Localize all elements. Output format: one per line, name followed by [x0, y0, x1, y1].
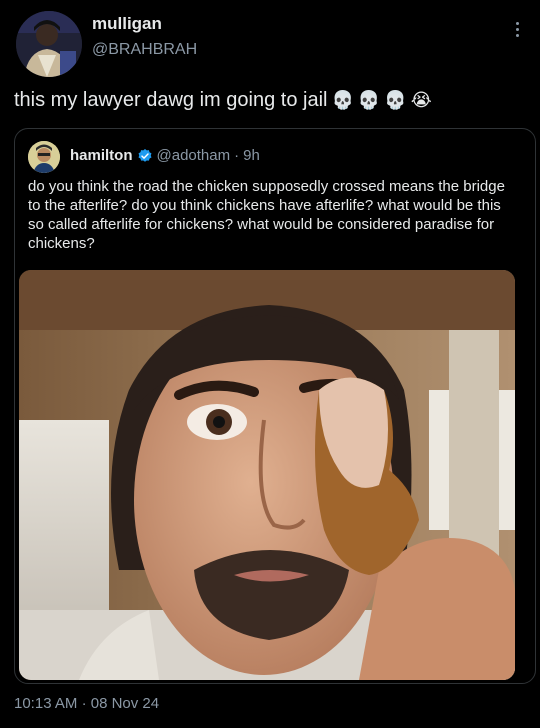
- quoted-tweet[interactable]: hamilton @adotham · 9h do you think the …: [14, 128, 536, 684]
- quoted-text: do you think the road the chicken suppos…: [28, 178, 505, 252]
- author-handle[interactable]: @BRAHBRAH: [92, 41, 197, 59]
- skull-emoji-icon: 💀: [331, 90, 354, 111]
- skull-emoji-icon: 💀: [357, 90, 381, 111]
- tweet-date: 08 Nov 24: [90, 695, 160, 712]
- profile-photo-icon: [28, 141, 60, 173]
- quoted-author-avatar[interactable]: [28, 141, 60, 173]
- more-options-icon[interactable]: [514, 22, 520, 37]
- meta-separator: ·: [234, 147, 240, 164]
- crying-face-emoji-icon: 😭: [410, 90, 432, 111]
- verified-badge-icon: [138, 148, 151, 162]
- profile-photo-icon: [16, 11, 82, 77]
- quoted-header: hamilton @adotham · 9h: [70, 147, 260, 164]
- tweet-time: 10:13 AM: [14, 695, 78, 712]
- tweet-timestamp[interactable]: 10:13 AM · 08 Nov 24: [14, 695, 159, 712]
- skull-emoji-icon: 💀: [384, 90, 407, 111]
- author-avatar[interactable]: [16, 11, 82, 77]
- tweet-text: this my lawyer dawg im going to jail 💀 💀…: [14, 89, 432, 112]
- quoted-author-name[interactable]: hamilton: [70, 147, 133, 164]
- quoted-time[interactable]: 9h: [243, 147, 260, 164]
- man-holding-chicken-nugget-photo-icon: [19, 270, 515, 680]
- tweet-body: this my lawyer dawg im going to jail: [14, 89, 328, 111]
- timestamp-separator: ·: [81, 695, 87, 712]
- quoted-author-handle[interactable]: @adotham: [157, 147, 231, 164]
- quoted-media[interactable]: [19, 270, 515, 680]
- author-name[interactable]: mulligan: [92, 14, 162, 34]
